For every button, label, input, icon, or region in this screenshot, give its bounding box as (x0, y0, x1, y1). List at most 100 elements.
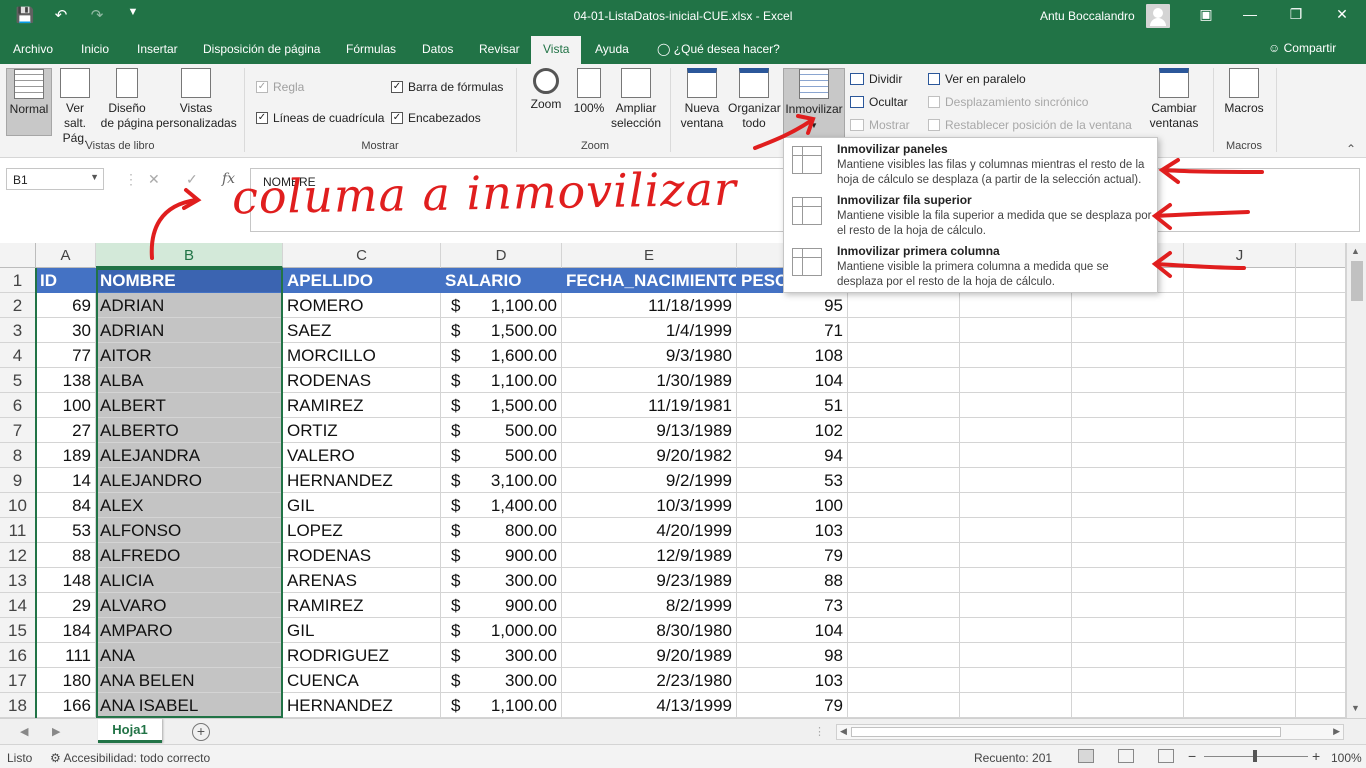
cell-i[interactable] (1072, 568, 1184, 593)
cell-a[interactable]: 84 (36, 493, 96, 518)
row-header[interactable]: 6 (0, 393, 36, 418)
cell-e[interactable]: 8/2/1999 (562, 593, 737, 618)
row-header[interactable]: 9 (0, 468, 36, 493)
cell-k[interactable] (1296, 318, 1346, 343)
cell-b[interactable]: ALFONSO (96, 518, 283, 543)
add-sheet-icon[interactable]: + (192, 723, 210, 741)
cell-g[interactable] (848, 368, 960, 393)
tab-ayuda[interactable]: Ayuda (595, 42, 629, 56)
cell-a[interactable]: ID (36, 268, 96, 293)
cell-j[interactable] (1184, 593, 1296, 618)
cell-h[interactable] (960, 393, 1072, 418)
cell-a[interactable]: 29 (36, 593, 96, 618)
cell-g[interactable] (848, 593, 960, 618)
name-box[interactable]: B1 ▼ (6, 168, 104, 190)
cell-d[interactable]: $1,500.00 (441, 318, 562, 343)
cell-d[interactable]: $3,100.00 (441, 468, 562, 493)
cell-h[interactable] (960, 668, 1072, 693)
cell-j[interactable] (1184, 268, 1296, 293)
cell-c[interactable]: SAEZ (283, 318, 441, 343)
cell-i[interactable] (1072, 693, 1184, 718)
cell-d[interactable]: $900.00 (441, 593, 562, 618)
cell-e[interactable]: 2/23/1980 (562, 668, 737, 693)
cell-f[interactable]: 94 (737, 443, 848, 468)
cell-a[interactable]: 148 (36, 568, 96, 593)
cell-j[interactable] (1184, 568, 1296, 593)
cell-j[interactable] (1184, 668, 1296, 693)
view-side-by-side-button[interactable]: Ver en paralelo (928, 72, 1026, 86)
cell-a[interactable]: 77 (36, 343, 96, 368)
next-sheet-icon[interactable]: ▶ (52, 725, 60, 738)
cell-h[interactable] (960, 493, 1072, 518)
cell-h[interactable] (960, 368, 1072, 393)
cell-h[interactable] (960, 593, 1072, 618)
cell-d[interactable]: $1,100.00 (441, 368, 562, 393)
close-icon[interactable]: ✕ (1332, 6, 1352, 23)
cell-g[interactable] (848, 568, 960, 593)
zoom-button[interactable]: Zoom (526, 68, 566, 112)
cell-a[interactable]: 180 (36, 668, 96, 693)
cell-c[interactable]: MORCILLO (283, 343, 441, 368)
cell-e[interactable]: 4/13/1999 (562, 693, 737, 718)
cell-h[interactable] (960, 618, 1072, 643)
cell-g[interactable] (848, 693, 960, 718)
cell-h[interactable] (960, 568, 1072, 593)
cell-a[interactable]: 53 (36, 518, 96, 543)
row-header[interactable]: 7 (0, 418, 36, 443)
cell-g[interactable] (848, 393, 960, 418)
column-header-j[interactable]: J (1184, 243, 1296, 268)
row-header[interactable]: 18 (0, 693, 36, 718)
cell-k[interactable] (1296, 618, 1346, 643)
cell-d[interactable]: $500.00 (441, 443, 562, 468)
row-header[interactable]: 14 (0, 593, 36, 618)
gridlines-checkbox[interactable]: ✓ Líneas de cuadrícula (256, 111, 384, 125)
cell-e[interactable]: 9/23/1989 (562, 568, 737, 593)
cell-d[interactable]: $300.00 (441, 668, 562, 693)
cell-j[interactable] (1184, 543, 1296, 568)
cell-f[interactable]: 73 (737, 593, 848, 618)
cell-a[interactable]: 100 (36, 393, 96, 418)
cell-b[interactable]: ALEX (96, 493, 283, 518)
cell-k[interactable] (1296, 468, 1346, 493)
cell-c[interactable]: ARENAS (283, 568, 441, 593)
horizontal-scroll-thumb[interactable] (851, 727, 1281, 737)
cell-b[interactable]: NOMBRE (96, 268, 283, 293)
cell-j[interactable] (1184, 393, 1296, 418)
cell-i[interactable] (1072, 393, 1184, 418)
cell-k[interactable] (1296, 518, 1346, 543)
cell-b[interactable]: ALBA (96, 368, 283, 393)
normal-view-button[interactable]: Normal (6, 68, 52, 136)
cell-c[interactable]: RAMIREZ (283, 593, 441, 618)
cell-j[interactable] (1184, 493, 1296, 518)
cell-j[interactable] (1184, 443, 1296, 468)
cell-i[interactable] (1072, 593, 1184, 618)
cell-f[interactable]: 104 (737, 368, 848, 393)
unhide-button[interactable]: Mostrar (850, 118, 910, 132)
cell-j[interactable] (1184, 618, 1296, 643)
page-layout-view-icon[interactable] (1118, 749, 1134, 763)
cell-k[interactable] (1296, 668, 1346, 693)
arrange-all-button[interactable]: Organizar todo (728, 68, 781, 131)
cell-e[interactable]: 4/20/1999 (562, 518, 737, 543)
cell-e[interactable]: 8/30/1980 (562, 618, 737, 643)
column-header-a[interactable]: A (36, 243, 96, 268)
cell-i[interactable] (1072, 643, 1184, 668)
split-button[interactable]: Dividir (850, 72, 902, 86)
cell-d[interactable]: $1,000.00 (441, 618, 562, 643)
ribbon-display-icon[interactable]: ▣ (1196, 6, 1216, 23)
cell-a[interactable]: 189 (36, 443, 96, 468)
cell-h[interactable] (960, 468, 1072, 493)
cell-a[interactable]: 138 (36, 368, 96, 393)
custom-views-button[interactable]: Vistas personalizadas (156, 68, 237, 131)
cell-a[interactable]: 184 (36, 618, 96, 643)
cell-i[interactable] (1072, 443, 1184, 468)
cell-d[interactable]: $500.00 (441, 418, 562, 443)
cell-k[interactable] (1296, 293, 1346, 318)
cell-g[interactable] (848, 618, 960, 643)
cell-b[interactable]: AMPARO (96, 618, 283, 643)
cell-i[interactable] (1072, 343, 1184, 368)
sheet-tab-hoja1[interactable]: Hoja1 (98, 719, 162, 743)
cell-f[interactable]: 95 (737, 293, 848, 318)
cell-b[interactable]: ALICIA (96, 568, 283, 593)
menu-item-freeze-top-row[interactable]: Inmovilizar fila superior Mantiene visib… (784, 189, 1157, 240)
